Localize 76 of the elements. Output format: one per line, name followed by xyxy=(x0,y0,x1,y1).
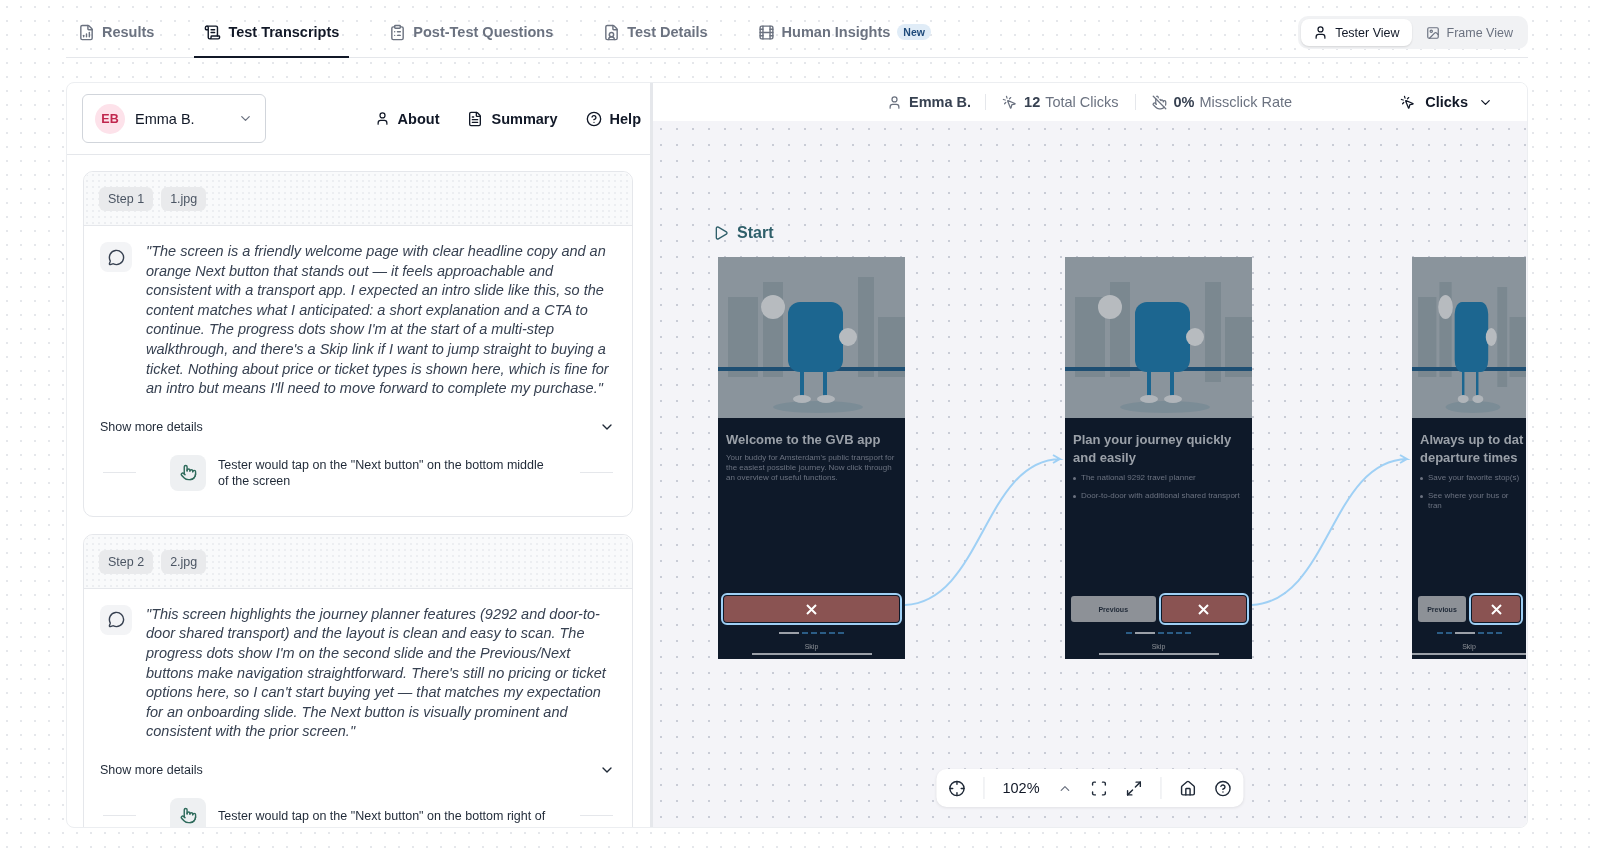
click-mark-icon xyxy=(806,603,817,615)
tester-name: Emma B. xyxy=(135,110,196,127)
screen-title: Welcome to the GVB app xyxy=(725,431,882,449)
fit-view-button[interactable] xyxy=(1090,779,1108,797)
screen-title: Always up to dat departure times xyxy=(1419,431,1525,467)
tab[interactable]: Test Transcripts xyxy=(194,8,350,58)
step-tag: Step 1 xyxy=(99,187,154,211)
clicks-stat: 12 Total Clicks xyxy=(1002,94,1119,110)
film-icon xyxy=(757,23,775,41)
panel-link[interactable]: About xyxy=(374,110,440,127)
user-icon xyxy=(374,111,390,126)
screen-bullet: Door-to-door with additional shared transport xyxy=(1081,491,1240,501)
tab[interactable]: Post-Test Questions xyxy=(379,8,564,58)
screen-bullet: The national 9292 travel planner xyxy=(1081,473,1196,483)
screen-bullet: Save your favorite stop(s) xyxy=(1428,473,1520,483)
click-mark-icon xyxy=(1490,603,1502,615)
clicks-dropdown[interactable]: Clicks xyxy=(1394,93,1499,111)
next-button[interactable] xyxy=(1161,596,1246,622)
bullet-dot-icon xyxy=(1073,495,1076,498)
bullet-dot-icon xyxy=(1420,477,1423,480)
screen-body-text: Your buddy for Amsterdam's public transport for the easiest possible journey. Now click through an overview of useful functions. xyxy=(725,452,896,483)
tester-select[interactable]: EB Emma B. xyxy=(82,94,266,143)
screen-bullet: See where your bus or tran xyxy=(1428,491,1510,511)
show-more-button[interactable]: Show more details xyxy=(84,741,632,778)
home-icon xyxy=(1179,779,1197,797)
show-more-button[interactable]: Show more details xyxy=(84,398,632,435)
start-label: Start xyxy=(713,221,1527,245)
zoom-level: 102% xyxy=(1002,780,1040,796)
help-icon xyxy=(1214,779,1232,797)
view-option[interactable]: Tester View xyxy=(1301,19,1412,46)
tester-quote: "This screen highlights the journey planner features (9292 and door-to-door shared transport) and the layout is clean and easy to scan. The progress dots show I'm on the second slide and the Previous/Next buttons make navigation straightforward. There's still no pricing or ticket options here, so I can't start buying yet — that matches my expectation for an onboarding slide. The Next button is visually prominent and consistent with the prior screen." xyxy=(146,604,608,742)
user-icon xyxy=(1313,25,1329,40)
panel-link[interactable]: Help xyxy=(585,110,641,127)
click-icon xyxy=(1002,94,1018,110)
tab[interactable]: Test Details xyxy=(593,8,718,58)
click-mark-icon xyxy=(1198,603,1210,615)
pointer-off-icon xyxy=(1151,94,1167,110)
fit-view-icon xyxy=(1090,779,1108,797)
panel-link[interactable]: Summary xyxy=(467,110,558,127)
crosshair-icon xyxy=(948,779,966,797)
home-button[interactable] xyxy=(1179,779,1197,797)
step-tag: Step 2 xyxy=(99,549,154,574)
file-tag: 2.jpg xyxy=(161,549,207,574)
tab[interactable]: Results xyxy=(78,8,165,58)
tap-hand-icon xyxy=(179,464,197,482)
play-icon xyxy=(713,225,729,241)
user-icon xyxy=(887,94,902,110)
tester-stat: Emma B. xyxy=(887,94,970,110)
expand-icon xyxy=(1125,779,1143,797)
bullet-dot-icon xyxy=(1420,495,1423,498)
help-button[interactable] xyxy=(1214,779,1232,797)
tab[interactable]: Human Insights New xyxy=(747,8,941,58)
view-option[interactable]: Frame View xyxy=(1413,19,1525,46)
missclick-stat: 0% Missclick Rate xyxy=(1151,94,1293,110)
next-button[interactable] xyxy=(1472,596,1520,622)
scroll-icon xyxy=(204,23,222,41)
expand-button[interactable] xyxy=(1125,779,1143,797)
document-icon xyxy=(467,110,484,127)
user-file-icon xyxy=(603,23,621,41)
action-text: Tester would tap on the "Next button" on the bottom right of xyxy=(218,807,546,824)
file-tag: 1.jpg xyxy=(161,187,207,211)
action-text: Tester would tap on the "Next button" on the bottom middle of the screen xyxy=(218,456,545,489)
screen-title: Plan your journey quickly and easily xyxy=(1072,431,1233,467)
tester-quote: "The screen is a friendly welcome page with clear headline copy and an orange Next button that stands out — it feels approachable and consistent with a transport app. I expected an intro slide like this, so the content matches what I anticipated: a short explanation and a CTA to continue. The progress dots show I'm at the start of a multi-step walkthrough, and there's a Skip link if I want to jump straight to buying a ticket. Nothing about price or ticket types is shown here, which is fine for an intro but means I'll need to move forward to complete my purchase." xyxy=(146,242,610,399)
speech-bubble-icon xyxy=(107,611,125,629)
new-badge: New xyxy=(897,24,931,40)
bullet-dot-icon xyxy=(1073,477,1076,480)
chart-file-icon xyxy=(78,23,95,41)
image-icon xyxy=(1425,25,1440,40)
clipboard-icon xyxy=(389,23,407,41)
recenter-button[interactable] xyxy=(948,779,966,797)
click-icon xyxy=(1400,94,1416,110)
speech-bubble-icon xyxy=(107,248,125,266)
help-icon xyxy=(585,110,602,127)
tap-hand-icon xyxy=(179,807,197,825)
avatar: EB xyxy=(95,103,125,134)
